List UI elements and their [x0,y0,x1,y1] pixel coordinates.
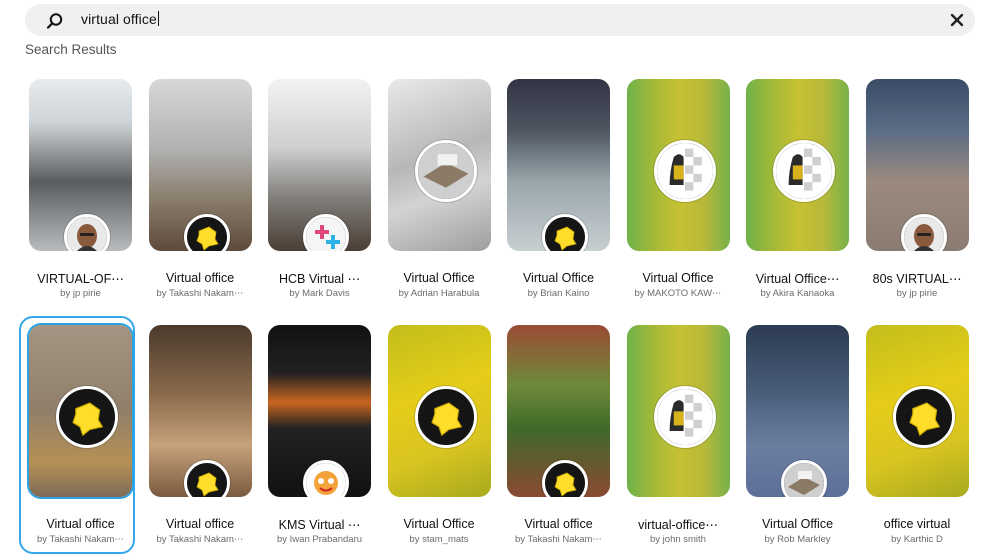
result-card[interactable]: KMS Virtual ⋯ by Iwan Prabandaru [262,321,377,547]
result-title: Virtual Office⋯ [755,272,840,286]
text-caret [157,11,159,26]
result-title: KMS Virtual ⋯ [278,518,361,532]
result-thumbnail[interactable] [148,325,252,497]
result-author: by Takashi Nakam⋯ [515,534,602,545]
result-card[interactable]: Virtual Office by MAKOTO KAW⋯ [621,75,736,301]
search-bar[interactable]: virtual office [25,4,975,36]
search-input[interactable]: virtual office [81,11,159,27]
result-card[interactable]: Virtual office by Takashi Nakam⋯ [501,321,616,547]
transparency-icon [653,140,716,202]
result-author: by MAKOTO KAW⋯ [634,288,722,299]
result-title: Virtual Office [522,271,595,285]
result-author: by stam_mats [409,534,469,545]
result-thumbnail[interactable] [387,325,491,497]
result-title: Virtual Office [642,271,714,285]
result-thumbnail[interactable] [746,325,849,497]
lens-icon [183,460,230,497]
transparency-icon [773,140,835,202]
result-author: by Rob Markley [764,534,831,545]
result-title: virtual-office⋯ [638,518,718,532]
result-card[interactable]: Virtual Office⋯ by Akira Kanaoka [740,75,855,301]
result-card[interactable]: 80s VIRTUAL⋯ by jp pirie [860,75,975,301]
result-thumbnail[interactable] [268,79,371,251]
result-author: by Karthic D [891,534,943,545]
result-title: Virtual Office [761,517,834,531]
result-thumbnail[interactable] [865,325,969,497]
result-title: Virtual office [165,517,235,531]
lens-icon [892,386,955,448]
result-author: by jp pirie [896,288,938,299]
search-query-text: virtual office [81,11,157,27]
result-author: by Adrian Harabula [398,288,480,299]
result-card[interactable]: Virtual Office by Adrian Harabula [382,75,497,301]
result-card[interactable]: virtual-office⋯ by john smith [621,321,736,547]
result-card[interactable]: VIRTUAL-OF⋯ by jp pirie [23,75,138,301]
result-card[interactable]: office virtual by Karthic D [860,321,975,547]
result-card[interactable]: Virtual office by Takashi Nakam⋯ [19,316,138,554]
results-grid: VIRTUAL-OF⋯ by jp pirie Virtual office by … [19,75,975,554]
result-title: HCB Virtual ⋯ [278,272,361,286]
result-title: Virtual office [46,517,115,531]
result-author: by Takashi Nakam⋯ [37,534,124,545]
result-thumbnail[interactable] [746,79,849,251]
result-thumbnail[interactable] [387,79,491,251]
result-author: by Iwan Prabandaru [276,534,363,545]
result-thumbnail[interactable] [268,325,371,497]
lens-icon [183,214,230,251]
result-author: by john smith [650,534,706,545]
result-thumbnail[interactable] [626,79,730,251]
result-author: by Mark Davis [289,288,350,299]
section-title: Search Results [25,42,117,57]
result-title: Virtual office [524,517,593,531]
result-thumbnail[interactable] [626,325,730,497]
result-title: office virtual [883,517,951,531]
creator-avatar [900,214,947,251]
result-card[interactable]: Virtual office by Takashi Nakam⋯ [143,321,258,547]
result-author: by Takashi Nakam⋯ [156,534,244,545]
result-thumbnail[interactable] [29,79,132,251]
search-icon [46,13,63,29]
result-card[interactable]: Virtual Office by Rob Markley [740,321,855,547]
transparency-icon [653,386,716,448]
result-card[interactable]: HCB Virtual ⋯ by Mark Davis [262,75,377,301]
result-author: by Brian Kaino [527,288,590,299]
lens-icon [56,386,118,448]
result-card[interactable]: Virtual Office by stam_mats [382,321,497,547]
result-thumbnail[interactable] [507,79,610,251]
result-author: by Akira Kanaoka [760,288,835,299]
result-title: Virtual Office [403,517,475,531]
result-title: Virtual office [165,271,235,285]
result-title: 80s VIRTUAL⋯ [872,272,962,286]
lens-icon [414,386,477,448]
result-title: Virtual Office [403,271,475,285]
result-thumbnail[interactable] [507,325,610,497]
result-author: by jp pirie [60,288,101,299]
result-card[interactable]: Virtual office by Takashi Nakam⋯ [143,75,258,301]
result-thumbnail[interactable] [865,79,969,251]
result-thumbnail[interactable] [29,325,132,497]
close-icon[interactable] [949,12,965,28]
room-preview-icon [414,140,477,202]
result-thumbnail[interactable] [148,79,252,251]
result-author: by Takashi Nakam⋯ [156,288,244,299]
result-card[interactable]: Virtual Office by Brian Kaino [501,75,616,301]
result-title: VIRTUAL-OF⋯ [37,272,124,286]
